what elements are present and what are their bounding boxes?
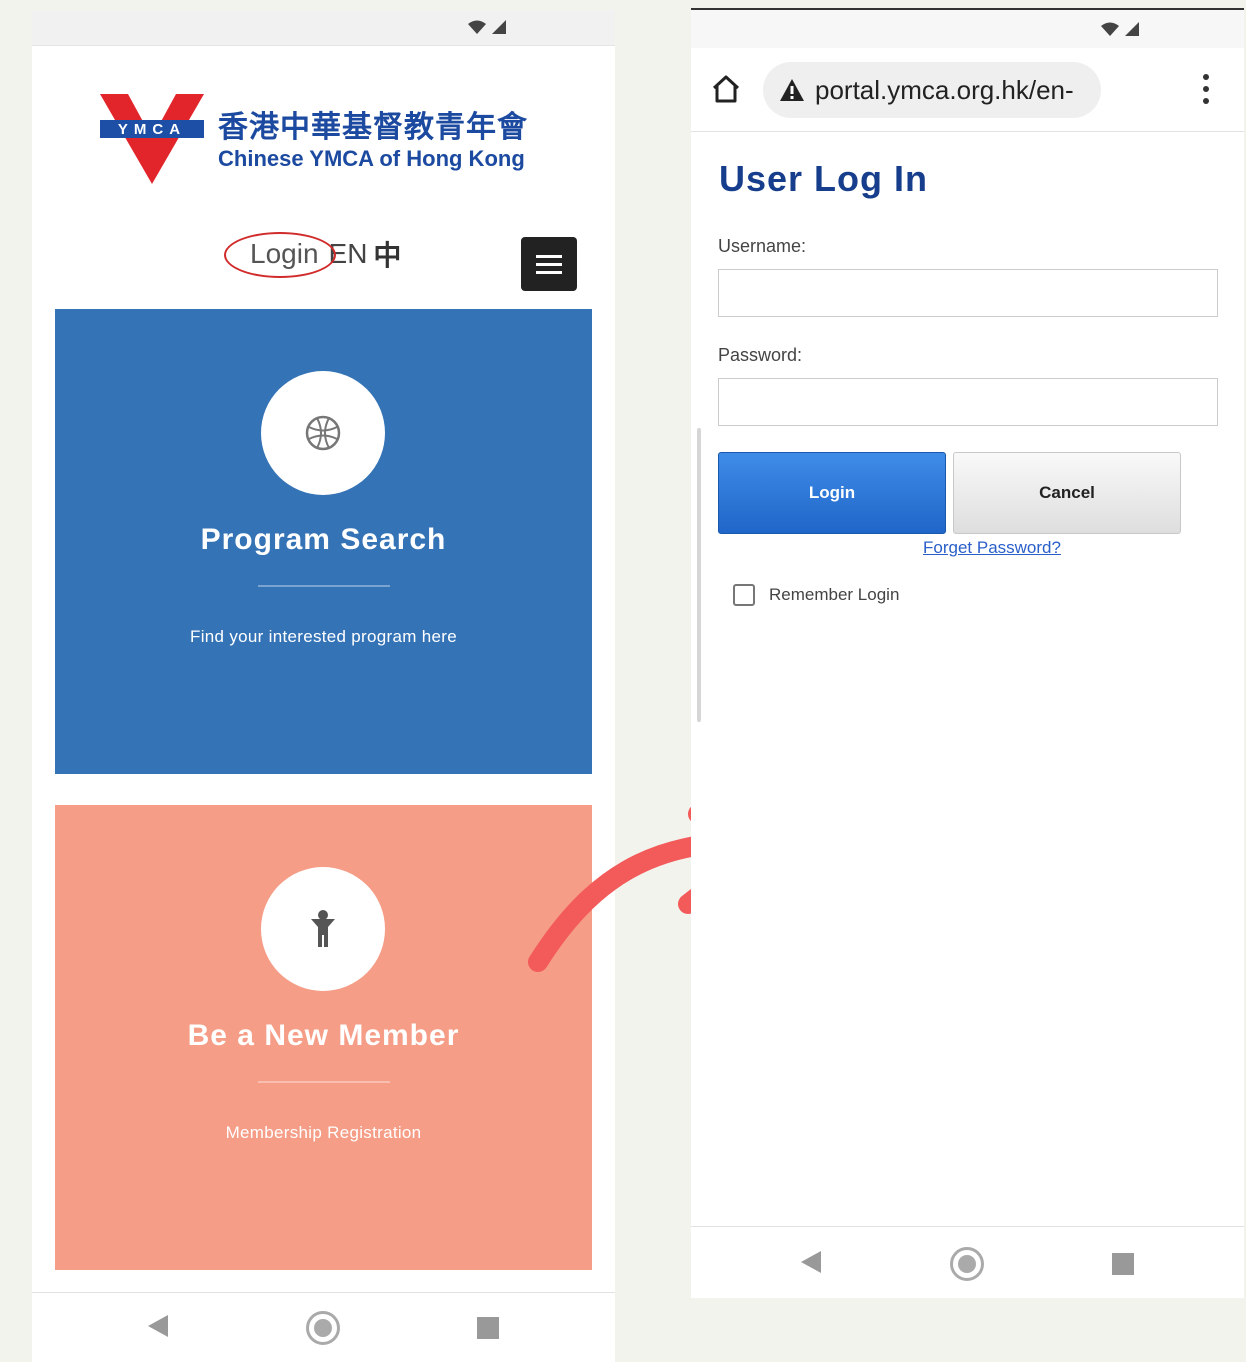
address-bar[interactable]: portal.ymca.org.hk/en- [763,62,1101,118]
phone-screen-home: YMCA 香港中華基督教青年會 Chinese YMCA of Hong Kon… [32,10,615,1362]
wifi-icon [1101,22,1119,36]
signal-icon [492,20,506,34]
remember-login-row[interactable]: Remember Login [733,584,899,606]
back-icon[interactable] [801,1251,821,1273]
cancel-button[interactable]: Cancel [953,452,1181,534]
ymca-logo-icon: YMCA [100,94,204,184]
card-icon-circle [261,371,385,495]
android-nav-bar [691,1226,1244,1298]
program-search-card[interactable]: Program Search Find your interested prog… [55,309,592,774]
basketball-icon [305,415,341,451]
card-subtitle: Find your interested program here [190,627,457,646]
signal-icon [1125,22,1139,36]
page-title: User Log In [719,158,929,199]
card-divider [258,585,390,587]
phone-screen-login: portal.ymca.org.hk/en- User Log In Usern… [691,8,1244,1298]
logo-name-en: Chinese YMCA of Hong Kong [218,146,525,171]
more-options-icon[interactable] [1202,74,1210,104]
recent-apps-icon[interactable] [477,1317,499,1339]
hamburger-menu-button[interactable] [521,237,577,291]
lang-zh-link[interactable]: 中 [373,234,401,274]
card-title: Program Search [200,523,447,556]
status-icons [468,18,508,34]
android-nav-bar [32,1292,615,1362]
home-circle-icon[interactable] [950,1247,984,1281]
card-subtitle: Membership Registration [225,1123,422,1142]
login-link[interactable]: Login [224,232,336,278]
header-links: Login EN 中 [224,232,401,278]
url-text: portal.ymca.org.hk/en- [815,74,1074,105]
username-label: Username: [718,236,807,256]
card-divider [258,1081,390,1083]
home-circle-icon[interactable] [306,1311,340,1345]
password-label: Password: [718,345,803,365]
new-member-card[interactable]: Be a New Member Membership Registration [55,805,592,1270]
warning-icon [780,79,804,101]
menu-line [536,270,562,274]
back-icon[interactable] [148,1315,168,1337]
username-input[interactable] [718,269,1218,317]
menu-line [536,262,562,266]
status-bar [691,10,1244,48]
browser-toolbar: portal.ymca.org.hk/en- [691,50,1244,132]
browser-home-icon[interactable] [711,74,741,104]
logo-badge-text: YMCA [118,121,186,138]
remember-login-checkbox[interactable] [733,584,755,606]
wifi-icon [468,20,486,34]
status-icons [1101,20,1141,36]
recent-apps-icon[interactable] [1112,1253,1134,1275]
card-title: Be a New Member [187,1019,460,1052]
card-icon-circle [261,867,385,991]
status-bar [32,10,615,46]
forgot-password-link[interactable]: Forget Password? [923,538,1061,558]
person-icon [311,910,335,947]
scrollbar[interactable] [697,428,701,722]
remember-login-label: Remember Login [769,585,900,604]
logo-name-zh: 香港中華基督教青年會 [218,110,528,145]
password-input[interactable] [718,378,1218,426]
login-button[interactable]: Login [718,452,946,534]
menu-line [536,254,562,258]
